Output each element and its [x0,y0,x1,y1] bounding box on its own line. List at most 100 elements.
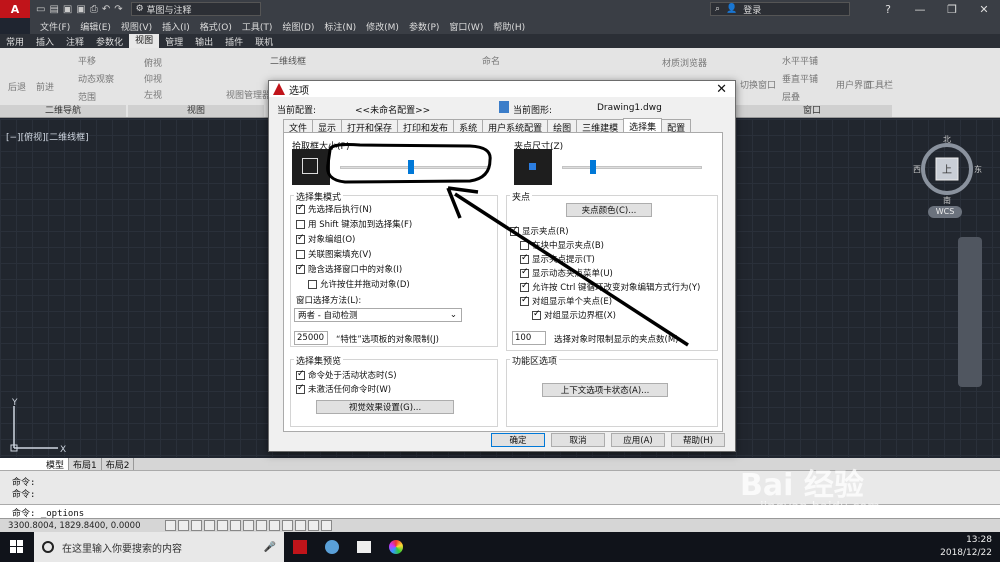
taskbar-video-app[interactable] [348,532,380,562]
grips-in-blocks-option[interactable]: 在块中显示夹点(B) [520,239,604,251]
ribbon-tab-insert[interactable]: 插入 [30,35,60,48]
grip-tips-option[interactable]: 显示夹点提示(T) [520,253,595,265]
quick-props-icon[interactable] [308,520,319,531]
help-button[interactable]: 帮助(H) [671,433,725,447]
property-limit-input[interactable]: 25000 [294,331,328,345]
window-method-select[interactable]: 两者 - 自动检测 ⌄ [294,308,462,322]
ribbon-tab-view[interactable]: 视图 [129,34,160,48]
viewport-label[interactable]: [−][俯视][二维线框] [6,130,89,143]
checkbox[interactable] [532,309,541,320]
snap-icon[interactable] [178,520,189,531]
switch-window-button[interactable]: 切换窗口 [740,78,776,91]
ok-button[interactable]: 确定 [491,433,545,447]
checkbox[interactable] [520,240,529,250]
ribbon-tab-annotate[interactable]: 注释 [60,35,90,48]
checkbox[interactable] [510,225,519,236]
cascade-button[interactable]: 层叠 [782,90,800,103]
menu-draw[interactable]: 绘图(D) [282,20,314,33]
taskbar-color-app[interactable] [380,532,412,562]
tab-drafting[interactable]: 绘图 [547,119,578,134]
infer-icon[interactable] [165,520,176,531]
new-icon[interactable]: ▭ [36,4,45,15]
dynamic-grip-menu-option[interactable]: 显示动态夹点菜单(U) [520,267,613,279]
named-views-button[interactable]: 命名 [482,54,500,67]
taskbar-search[interactable]: 在这里输入你要搜索的内容 🎤 [34,532,284,562]
saveas-icon[interactable]: ▣ [76,4,85,15]
tab-user-preferences[interactable]: 用户系统配置 [482,119,549,134]
view-front-item[interactable]: 仰视 [144,72,162,85]
minimize-button[interactable]: — [904,0,936,18]
close-window-button[interactable]: ✕ [968,0,1000,18]
view-left-item[interactable]: 左视 [144,88,162,101]
menu-tools[interactable]: 工具(T) [242,20,273,33]
taskbar-autocad-app[interactable] [284,532,316,562]
menu-dimension[interactable]: 标注(N) [324,20,356,33]
checkbox[interactable] [296,263,305,274]
navigation-bar[interactable] [958,237,982,387]
forward-button[interactable]: 前进 [36,80,54,93]
menu-window[interactable]: 窗口(W) [449,20,483,33]
tab-open-save[interactable]: 打开和保存 [341,119,399,134]
tile-vertical-button[interactable]: 垂直平铺 [782,72,818,85]
grid-icon[interactable] [191,520,202,531]
ortho-icon[interactable] [204,520,215,531]
checkbox[interactable] [520,253,529,264]
checkbox[interactable] [296,233,305,244]
pan-button[interactable]: 平移 [78,54,96,67]
polar-icon[interactable] [217,520,228,531]
checkbox[interactable] [296,219,305,229]
show-grips-option[interactable]: 显示夹点(R) [510,225,569,237]
checkbox[interactable] [296,369,305,380]
checkbox[interactable] [296,203,305,214]
ribbon-tab-online[interactable]: 联机 [249,35,279,48]
menu-parametric[interactable]: 参数(P) [409,20,439,33]
open-icon[interactable]: ▤ [49,4,58,15]
dialog-close-button[interactable]: ✕ [716,82,727,97]
ctrl-cycling-option[interactable]: 允许按 Ctrl 键循环改变对象编辑方式行为(Y) [520,281,700,293]
implied-windowing-option[interactable]: 隐含选择窗口中的对象(I) [296,263,402,275]
print-icon[interactable]: ⎙ [90,4,98,15]
tile-horizontal-button[interactable]: 水平平铺 [782,54,818,67]
visual-effects-button[interactable]: 视觉效果设置(G)... [316,400,454,414]
dyn-icon[interactable] [269,520,280,531]
preview-no-command-option[interactable]: 未激活任何命令时(W) [296,383,391,395]
login-area[interactable]: ⌕ 👤 登录 [710,2,850,16]
taskbar-paint-app[interactable] [316,532,348,562]
range-button[interactable]: 范围 [78,90,96,103]
single-grip-groups-option[interactable]: 对组显示单个夹点(E) [520,295,612,307]
cancel-button[interactable]: 取消 [551,433,605,447]
tab-profiles[interactable]: 配置 [661,119,692,134]
ribbon-tab-manage[interactable]: 管理 [159,35,189,48]
checkbox[interactable] [296,249,305,259]
redo-icon[interactable]: ↷ [114,4,122,15]
shift-add-option[interactable]: 用 Shift 键添加到选择集(F) [296,218,412,230]
restore-button[interactable]: ❐ [936,0,968,18]
back-button[interactable]: 后退 [8,80,26,93]
menu-format[interactable]: 格式(O) [200,20,232,33]
ribbon-tab-output[interactable]: 输出 [189,35,219,48]
checkbox[interactable] [520,267,529,278]
preview-command-active-option[interactable]: 命令处于活动状态时(S) [296,369,397,381]
menu-insert[interactable]: 插入(I) [162,20,190,33]
ribbon-tab-home[interactable]: 常用 [0,35,30,48]
checkbox[interactable] [296,383,305,394]
view-manager-button[interactable]: 视图管理器 [226,88,271,101]
pickbox-slider-thumb[interactable] [407,160,414,174]
windows-start-button[interactable] [0,540,34,554]
grip-colors-button[interactable]: 夹点颜色(C)... [566,203,652,217]
lineweight-icon[interactable] [282,520,293,531]
menu-modify[interactable]: 修改(M) [366,20,399,33]
object-grouping-option[interactable]: 对象编组(O) [296,233,355,245]
tab-selection[interactable]: 选择集 [623,118,663,133]
visual-style-select[interactable]: 二维线框 [270,54,306,67]
viewcube-compass[interactable]: 上 北 南 东 西 [912,134,982,204]
layout-tab-model[interactable]: 模型 [0,457,70,471]
ribbon-tab-plugins[interactable]: 插件 [219,35,249,48]
ribbon-tab-parametric[interactable]: 参数化 [90,35,129,48]
taskbar-clock[interactable]: 13:28 2018/12/22 [940,534,992,560]
grip-slider-thumb[interactable] [589,160,596,174]
selection-cycling-icon[interactable] [321,520,332,531]
associative-hatch-option[interactable]: 关联图案填充(V) [296,248,371,260]
tab-3d-modeling[interactable]: 三维建模 [576,119,625,134]
tab-system[interactable]: 系统 [453,119,484,134]
